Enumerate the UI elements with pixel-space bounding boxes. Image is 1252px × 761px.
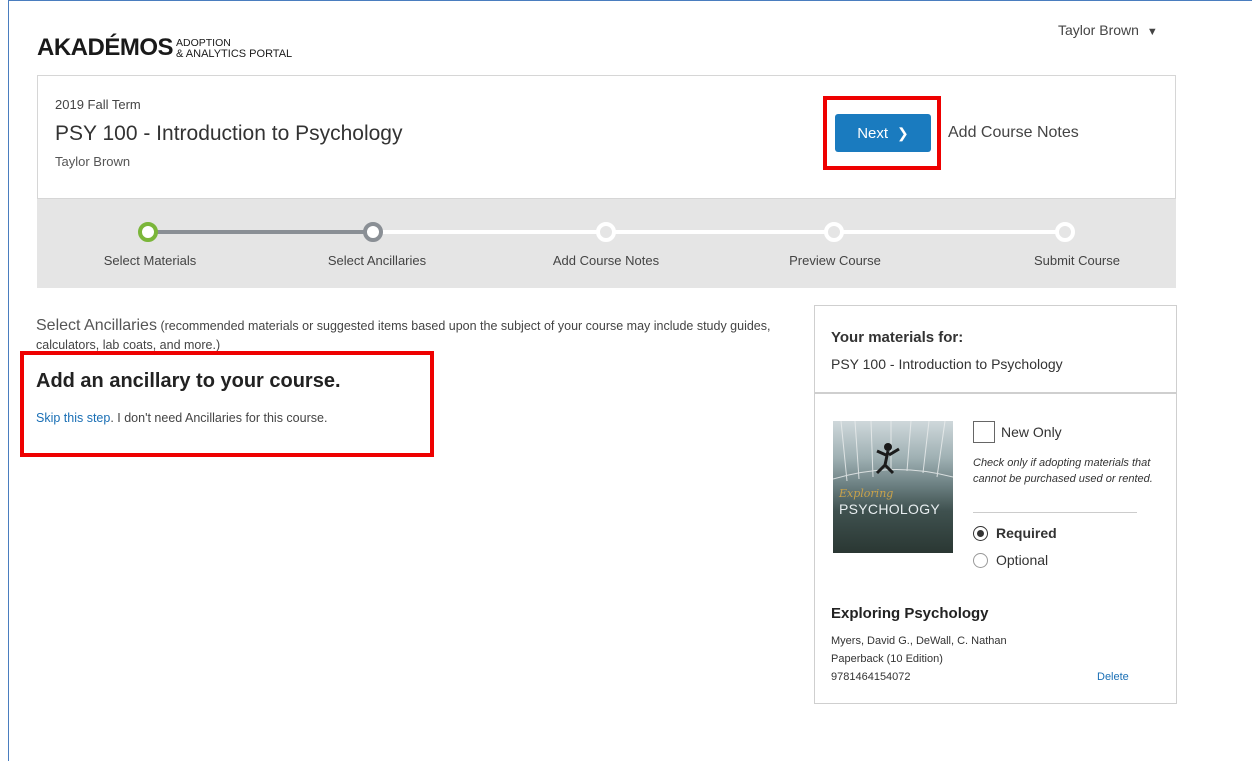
materials-panel-header: Your materials for: PSY 100 - Introducti… xyxy=(815,306,1176,394)
stepper-track-todo xyxy=(373,230,1065,234)
new-only-checkbox[interactable] xyxy=(973,421,995,443)
chevron-down-icon: ▼ xyxy=(1146,26,1158,38)
optional-radio[interactable] xyxy=(973,553,988,568)
window-border-left xyxy=(8,0,9,761)
step-label-select-ancillaries: Select Ancillaries xyxy=(327,253,427,268)
cover-script-text: Exploring xyxy=(839,487,894,500)
highlight-box-add-ancillary xyxy=(20,351,434,457)
book-authors: Myers, David G., DeWall, C. Nathan xyxy=(831,635,1007,647)
ancillaries-lead: Select Ancillaries xyxy=(36,317,157,334)
delete-material-link[interactable]: Delete xyxy=(1097,671,1129,683)
step-dot-select-ancillaries xyxy=(363,222,383,242)
step-dot-add-course-notes xyxy=(596,222,616,242)
window-border-top xyxy=(8,0,1252,1)
user-menu[interactable]: Taylor Brown ▼ xyxy=(1058,22,1158,38)
add-course-notes-link[interactable]: Add Course Notes xyxy=(948,124,1079,142)
optional-label: Optional xyxy=(996,552,1049,568)
highlight-box-next xyxy=(823,96,941,170)
book-isbn: 9781464154072 xyxy=(831,671,911,683)
materials-for-label: Your materials for: xyxy=(831,329,964,346)
step-label-preview-course: Preview Course xyxy=(789,253,881,268)
brand-name: AKADÉMOS xyxy=(37,34,174,61)
step-dot-submit-course xyxy=(1055,222,1075,242)
instructor-name: Taylor Brown xyxy=(55,154,131,169)
book-cover-image: Exploring PSYCHOLOGY xyxy=(833,421,953,553)
step-dot-select-materials xyxy=(138,222,158,242)
book-format: Paperback (10 Edition) xyxy=(831,653,943,665)
stepper-track-done xyxy=(150,230,373,234)
step-dot-preview-course xyxy=(824,222,844,242)
new-only-note: Check only if adopting materials that ca… xyxy=(973,457,1153,485)
materials-panel: Your materials for: PSY 100 - Introducti… xyxy=(814,305,1177,704)
cover-title-text: PSYCHOLOGY xyxy=(839,501,941,517)
materials-course-title: PSY 100 - Introduction to Psychology xyxy=(831,356,1063,372)
brand-subtitle-line-2: & ANALYTICS PORTAL xyxy=(176,48,293,60)
course-title: PSY 100 - Introduction to Psychology xyxy=(55,122,403,145)
new-only-label: New Only xyxy=(1001,424,1062,440)
term-label: 2019 Fall Term xyxy=(55,97,141,112)
brand-logo[interactable]: AKADÉMOS ADOPTION & ANALYTICS PORTAL xyxy=(37,26,292,60)
brand-subtitle: ADOPTION & ANALYTICS PORTAL xyxy=(176,38,292,60)
step-label-add-course-notes: Add Course Notes xyxy=(552,253,660,268)
progress-stepper: Select Materials Select Ancillaries Add … xyxy=(37,199,1176,288)
required-radio[interactable] xyxy=(973,526,988,541)
required-label: Required xyxy=(996,525,1057,541)
book-title: Exploring Psychology xyxy=(831,605,989,622)
course-header-card: 2019 Fall Term PSY 100 - Introduction to… xyxy=(37,75,1176,199)
step-label-submit-course: Submit Course xyxy=(1034,253,1120,268)
options-divider xyxy=(973,512,1137,513)
user-name: Taylor Brown xyxy=(1058,22,1139,38)
ancillaries-intro: Select Ancillaries (recommended material… xyxy=(36,316,796,355)
step-label-select-materials: Select Materials xyxy=(103,253,197,268)
